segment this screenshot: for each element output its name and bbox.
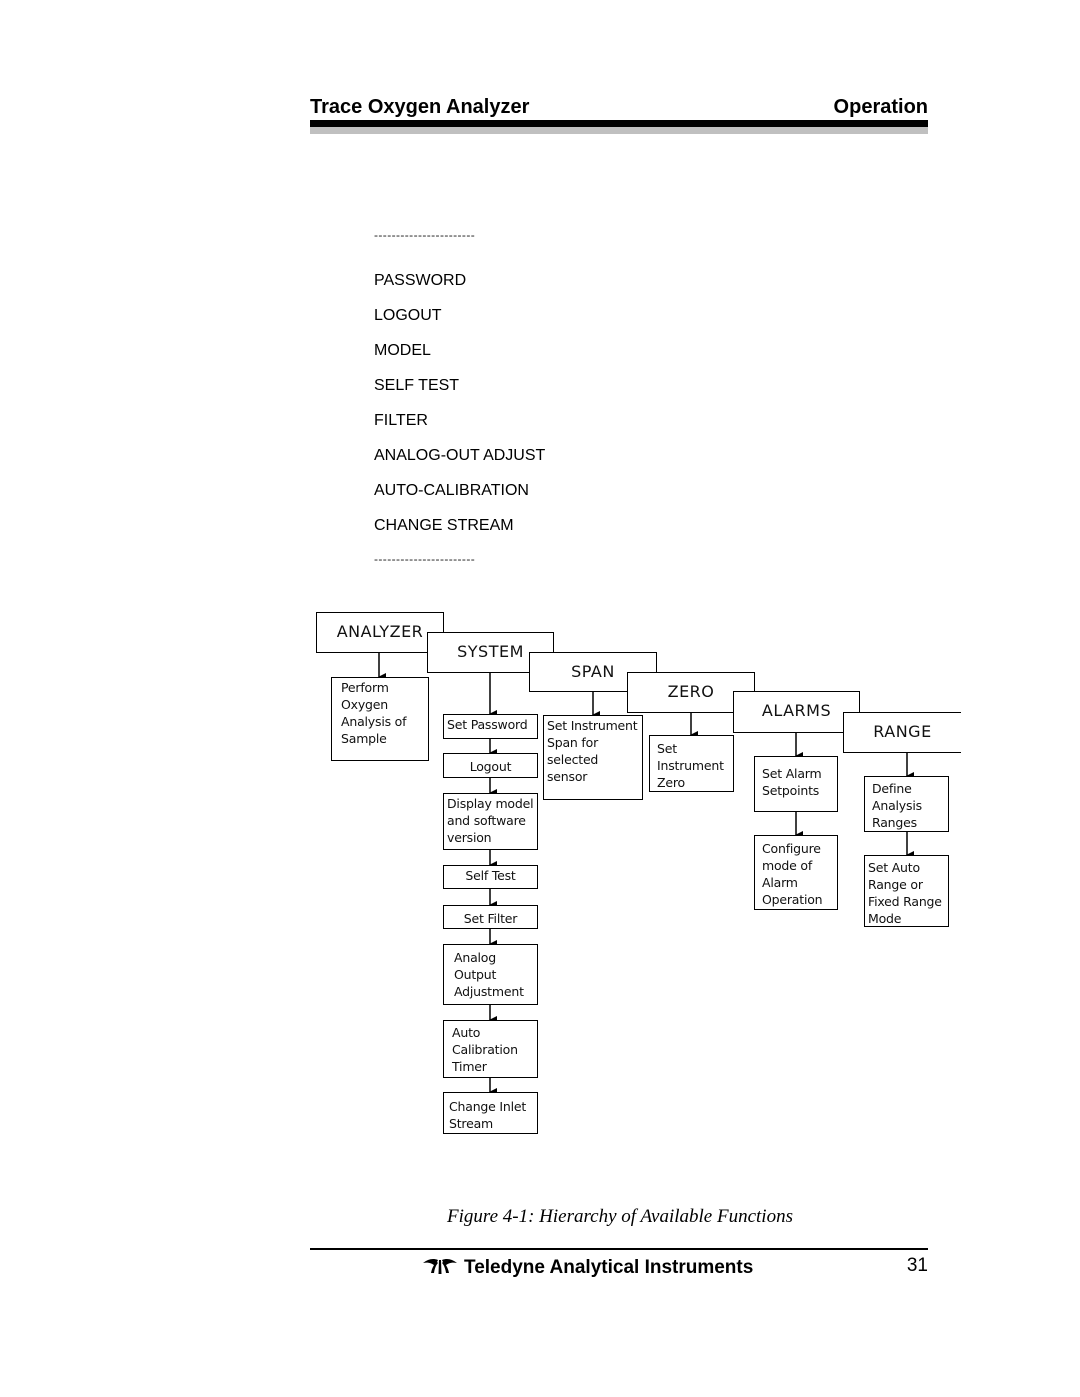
page-number: 31 [906, 1255, 928, 1276]
system-leaf-set-filter: Set Filter [443, 905, 538, 929]
system-leaf-logout: Logout [443, 753, 538, 778]
system-leaf-change-inlet: Change Inlet Stream [443, 1092, 538, 1134]
menu-item-auto-calibration: AUTO-CALIBRATION [374, 482, 529, 499]
menu-separator-top: ----------------------- [374, 228, 476, 242]
system-leaf-self-test: Self Test [443, 865, 538, 889]
teledyne-logo-icon [422, 1255, 458, 1281]
category-range: RANGE [843, 712, 961, 753]
menu-item-logout: LOGOUT [374, 307, 442, 324]
footer-rule [310, 1248, 928, 1250]
menu-item-self-test: SELF TEST [374, 377, 460, 394]
system-menu-list: ----------------------- PASSWORD LOGOUT … [374, 228, 545, 566]
document-title: Trace Oxygen Analyzer [310, 96, 530, 118]
system-leaf-analog-output: Analog Output Adjustment [443, 944, 538, 1005]
menu-item-model: MODEL [374, 342, 431, 359]
analyzer-leaf: Perform Oxygen Analysis of Sample [331, 677, 429, 761]
menu-item-analog-out-adjust: ANALOG-OUT ADJUST [374, 447, 546, 464]
range-leaf-auto-fixed: Set Auto Range or Fixed Range Mode [864, 855, 949, 927]
system-leaf-display-model: Display model and software version [443, 793, 538, 850]
system-leaf-auto-calibration: Auto Calibration Timer [443, 1020, 538, 1078]
category-analyzer: ANALYZER [316, 612, 444, 653]
menu-item-filter: FILTER [374, 412, 428, 429]
system-leaf-set-password: Set Password [443, 714, 538, 739]
span-leaf: Set Instrument Span for selected sensor [543, 715, 643, 800]
range-leaf-define: Define Analysis Ranges [864, 776, 949, 832]
header-rule-black [310, 120, 928, 127]
zero-leaf: Set Instrument Zero [649, 735, 734, 792]
footer-brand: Teledyne Analytical Instruments [422, 1255, 753, 1281]
menu-item-password: PASSWORD [374, 272, 467, 289]
footer-brand-text: Teledyne Analytical Instruments [464, 1257, 754, 1278]
section-title: Operation [833, 96, 928, 118]
figure-caption: Figure 4-1: Hierarchy of Available Funct… [447, 1206, 793, 1227]
diagram-connectors [378, 652, 914, 1096]
category-alarms: ALARMS [733, 691, 860, 733]
alarms-leaf-setpoints: Set Alarm Setpoints [754, 756, 838, 812]
menu-separator-bottom: ----------------------- [374, 552, 476, 566]
menu-item-change-stream: CHANGE STREAM [374, 517, 514, 534]
header-rule-gray [310, 127, 928, 134]
alarms-leaf-configure: Configure mode of Alarm Operation [754, 835, 838, 910]
